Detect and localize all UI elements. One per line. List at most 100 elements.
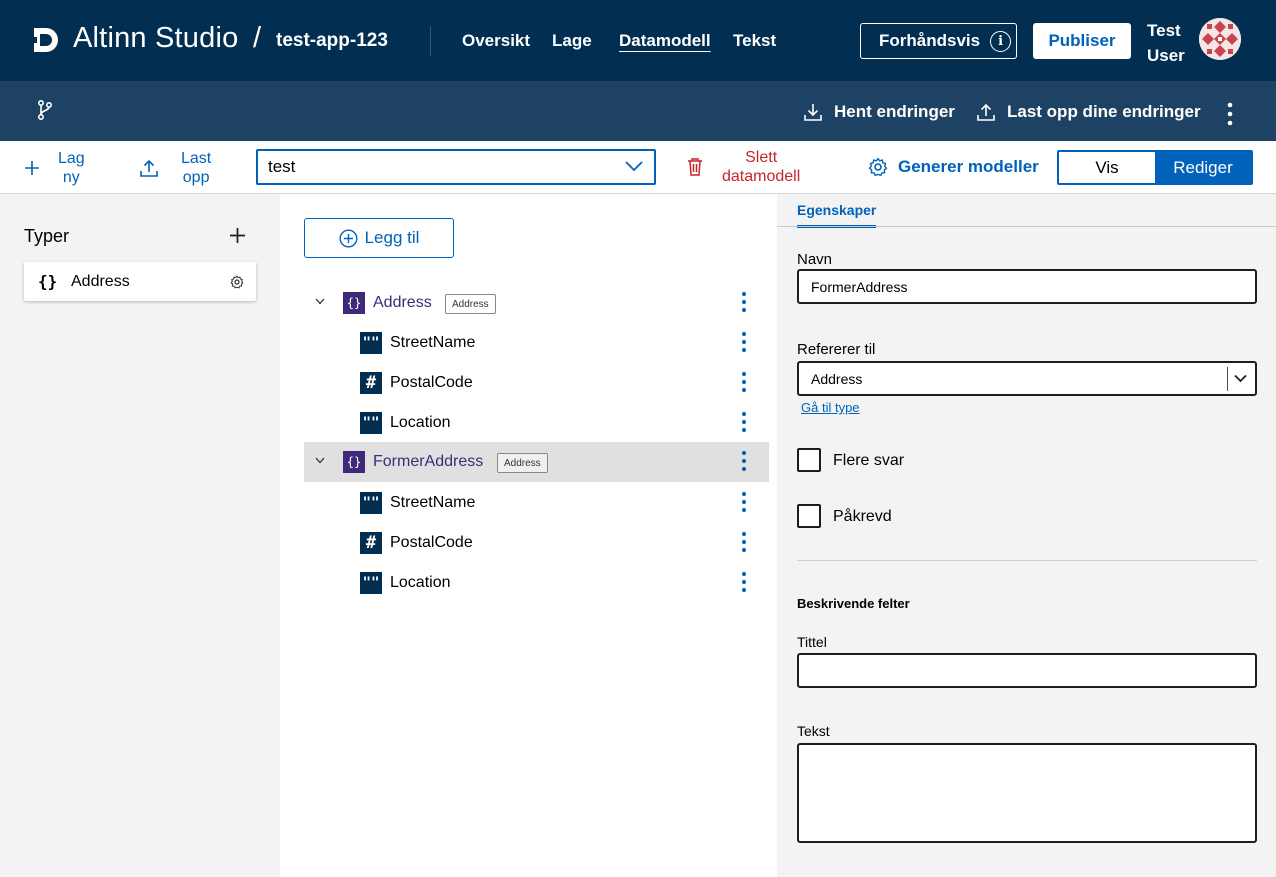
brand-title[interactable]: Altinn Studio: [73, 22, 238, 55]
name-input[interactable]: FormerAddress: [797, 269, 1257, 304]
upload-changes-label: Last opp dine endringer: [1007, 102, 1201, 121]
nav-datamodel[interactable]: Datamodell: [619, 31, 711, 51]
upload-changes-button[interactable]: Last opp dine endringer: [976, 102, 1201, 122]
info-icon: i: [990, 30, 1012, 52]
view-edit-toggle: Vis Rediger: [1057, 150, 1253, 185]
required-checkbox[interactable]: [797, 504, 821, 528]
upload-label-2: opp: [182, 169, 210, 186]
node-name: FormerAddress: [373, 453, 484, 470]
upload-icon: [140, 159, 158, 177]
tree-node-object[interactable]: {} Address Address: [304, 283, 769, 323]
node-name: PostalCode: [390, 534, 473, 551]
view-mode-button[interactable]: Vis: [1059, 152, 1155, 183]
chevron-down-icon[interactable]: [315, 298, 325, 305]
string-icon: "": [360, 332, 382, 354]
name-input-value: FormerAddress: [811, 278, 908, 295]
download-icon: [804, 104, 822, 121]
types-panel: Typer {} Address: [0, 194, 280, 877]
text-textarea[interactable]: [797, 743, 1257, 843]
name-label: Navn: [797, 251, 833, 268]
delete-datamodel-button[interactable]: Slett datamodell: [686, 148, 800, 186]
preview-button[interactable]: Forhåndsvis i: [860, 23, 1017, 59]
chevron-down-icon: [625, 161, 643, 172]
upload-model-button[interactable]: Last opp: [139, 149, 211, 187]
add-type-icon[interactable]: [229, 227, 246, 244]
nav-create[interactable]: Lage: [552, 31, 592, 51]
type-item-label: Address: [71, 273, 130, 290]
node-name: PostalCode: [390, 374, 473, 391]
title-input[interactable]: [797, 653, 1257, 688]
more-options-icon[interactable]: [741, 450, 747, 472]
tree-node-object-selected[interactable]: {} FormerAddress Address: [304, 442, 769, 482]
tab-properties[interactable]: Egenskaper: [797, 202, 877, 228]
nav-overview[interactable]: Oversikt: [462, 31, 530, 51]
go-to-type-link[interactable]: Gå til type: [801, 400, 860, 415]
object-icon: {}: [343, 451, 365, 473]
more-options-icon[interactable]: [741, 411, 747, 433]
publish-button[interactable]: Publiser: [1033, 23, 1131, 59]
node-name: StreetName: [390, 334, 476, 351]
braces-icon: {}: [38, 272, 58, 291]
properties-panel: Egenskaper Navn FormerAddress Refererer …: [777, 194, 1276, 877]
tree-node-field[interactable]: # PostalCode: [304, 523, 769, 563]
text-label: Tekst: [797, 723, 830, 739]
create-new-button[interactable]: Lag ny: [24, 149, 85, 187]
fetch-changes-label: Hent endringer: [834, 102, 955, 121]
repo-toolbar: Hent endringer Last opp dine endringer: [0, 81, 1276, 141]
top-header: Altinn Studio / test-app-123 Oversikt La…: [0, 0, 1276, 81]
more-options-icon[interactable]: [741, 531, 747, 553]
plus-circle-icon: [339, 228, 358, 248]
reference-label: Refererer til: [797, 341, 876, 358]
delete-label-1: Slett: [745, 149, 778, 166]
node-name: Location: [390, 574, 451, 591]
type-badge: Address: [497, 453, 548, 473]
select-divider: [1227, 367, 1228, 391]
reference-select[interactable]: Address: [797, 361, 1257, 396]
more-options-icon[interactable]: [1222, 101, 1238, 127]
reference-select-value: Address: [811, 370, 863, 387]
datamodel-toolbar: Lag ny Last opp test Slett datamodell Ge…: [0, 141, 1276, 194]
generate-models-label: Generer modeller: [898, 157, 1039, 176]
tree-node-field[interactable]: "" StreetName: [304, 483, 769, 523]
user-name[interactable]: Test User: [1147, 18, 1185, 68]
more-options-icon[interactable]: [741, 371, 747, 393]
tree-node-field[interactable]: "" Location: [304, 563, 769, 603]
generate-models-button[interactable]: Generer modeller: [868, 157, 1039, 177]
schema-tree: Legg til {} Address Address "" StreetNam…: [280, 194, 777, 877]
settings-icon[interactable]: [230, 275, 244, 289]
node-name: StreetName: [390, 494, 476, 511]
required-label: Påkrevd: [833, 508, 892, 525]
string-icon: "": [360, 492, 382, 514]
fetch-changes-button[interactable]: Hent endringer: [803, 102, 955, 122]
more-options-icon[interactable]: [741, 331, 747, 353]
trash-icon: [688, 158, 702, 176]
multiple-answers-label: Flere svar: [833, 452, 905, 469]
chevron-down-icon: [1234, 374, 1247, 383]
preview-label: Forhåndsvis: [879, 31, 981, 50]
edit-mode-button[interactable]: Rediger: [1155, 152, 1251, 183]
datamodel-select-value: test: [268, 157, 296, 176]
type-badge: Address: [445, 294, 496, 314]
more-options-icon[interactable]: [741, 491, 747, 513]
header-divider: [430, 26, 431, 56]
type-item-address[interactable]: {} Address: [24, 262, 256, 301]
datamodel-select[interactable]: test: [256, 149, 656, 185]
tree-node-field[interactable]: "" StreetName: [304, 323, 769, 363]
tab-divider: [777, 226, 1276, 227]
more-options-icon[interactable]: [741, 291, 747, 313]
git-branch-icon[interactable]: [36, 99, 54, 121]
string-icon: "": [360, 572, 382, 594]
avatar[interactable]: [1199, 18, 1241, 60]
delete-label-2: datamodell: [722, 168, 801, 185]
multiple-answers-checkbox[interactable]: [797, 448, 821, 472]
add-node-button[interactable]: Legg til: [304, 218, 454, 258]
nav-text[interactable]: Tekst: [733, 31, 776, 51]
more-options-icon[interactable]: [741, 571, 747, 593]
title-label: Tittel: [797, 634, 827, 650]
tree-node-field[interactable]: # PostalCode: [304, 363, 769, 403]
create-new-label-2: ny: [62, 169, 80, 186]
create-new-label-1: Lag: [58, 150, 85, 167]
tree-node-field[interactable]: "" Location: [304, 403, 769, 443]
plus-icon: [25, 161, 39, 175]
chevron-down-icon[interactable]: [315, 457, 325, 464]
